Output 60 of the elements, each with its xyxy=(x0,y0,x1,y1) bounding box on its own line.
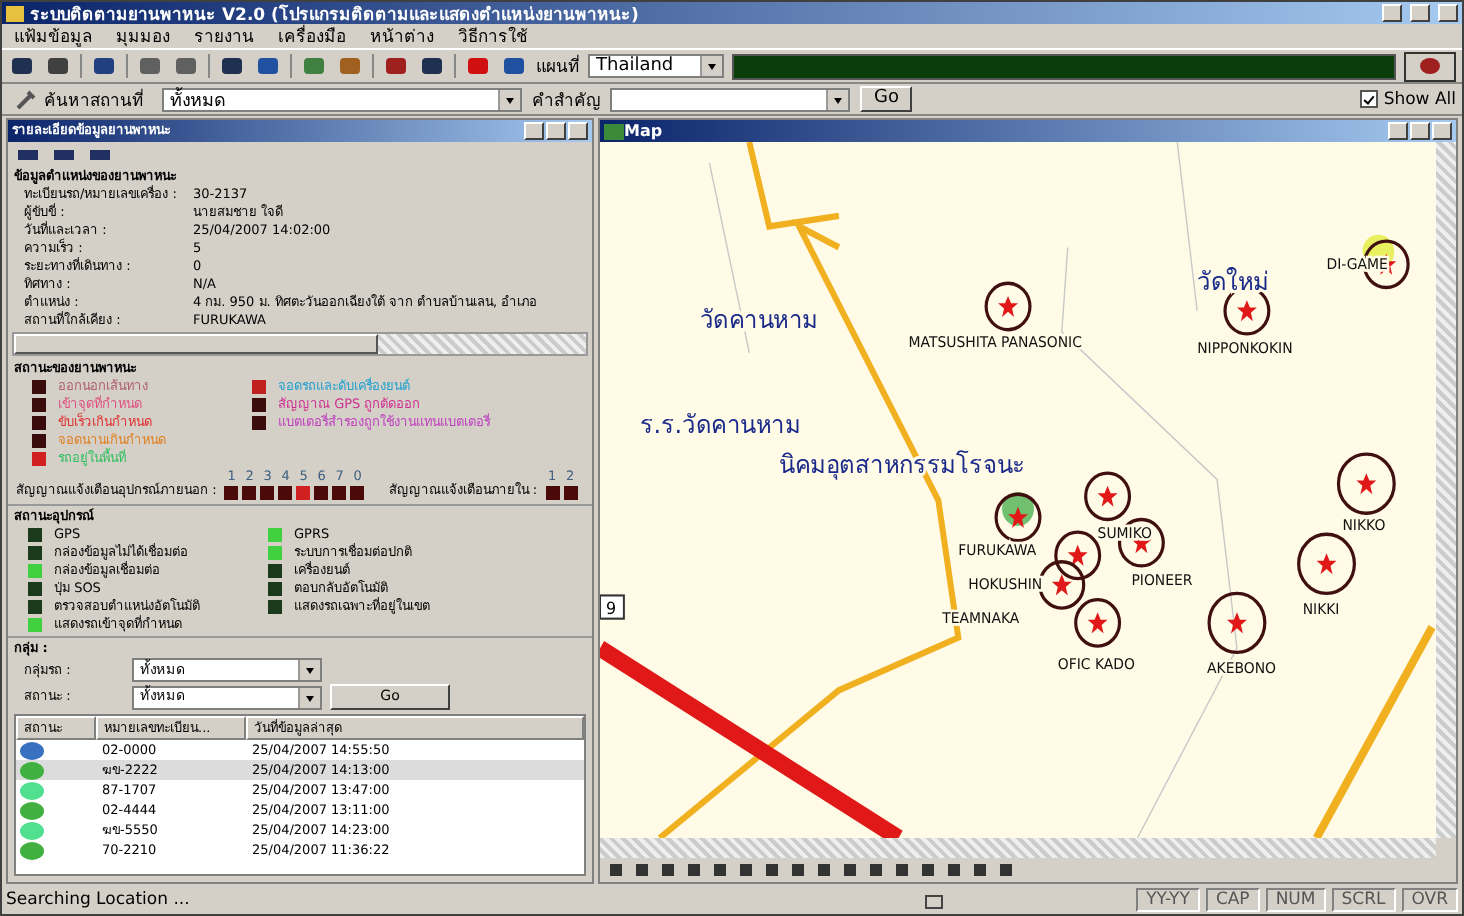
menu-item[interactable]: รายงาน xyxy=(194,22,254,50)
menu-item[interactable]: แฟ้มข้อมูล xyxy=(14,22,92,50)
menu-item[interactable]: หน้าต่าง xyxy=(370,22,434,50)
menu-item[interactable]: วิธีการใช้ xyxy=(458,22,528,50)
map-dropdown[interactable]: Thailand xyxy=(588,54,724,78)
marker-label: OFIC KADO xyxy=(1057,654,1135,674)
site-marker[interactable] xyxy=(1297,532,1357,595)
site-marker[interactable] xyxy=(1207,591,1267,655)
marker-label: FURUKAWA xyxy=(958,541,1037,560)
site-marker[interactable] xyxy=(1336,452,1396,515)
find-place-button[interactable]: ค้นหาสถานที่ xyxy=(8,85,152,113)
road-sign xyxy=(600,594,625,620)
key-indicator: OVR xyxy=(1401,888,1458,912)
menu-item[interactable]: เครื่องมือ xyxy=(278,22,346,50)
map-label: แผนที่ xyxy=(536,52,580,80)
place-label: วัดคานหาม xyxy=(699,304,818,334)
site-marker[interactable] xyxy=(1074,598,1122,648)
status-message: Searching Location ... xyxy=(6,890,192,910)
show-all-checkbox[interactable]: Show All xyxy=(1359,89,1456,109)
site-marker[interactable] xyxy=(1084,471,1132,522)
marker-label: PIONEER xyxy=(1131,570,1193,589)
keyword-label: คำสำคัญ xyxy=(532,89,600,113)
minimize-button[interactable] xyxy=(1382,4,1402,22)
road-sign-number: 9 xyxy=(605,598,617,619)
site-marker[interactable] xyxy=(984,281,1032,332)
key-indicator: NUM xyxy=(1265,888,1326,912)
site-marker[interactable] xyxy=(1054,530,1102,581)
marker-label: NIKKI xyxy=(1302,600,1340,619)
wrench-icon xyxy=(16,89,38,109)
marker-label: MATSUSHITA PANASONIC xyxy=(908,332,1082,351)
key-indicator: SCRL xyxy=(1331,888,1396,912)
category-dropdown[interactable]: ทั้งหมด xyxy=(162,87,522,111)
panel-title-bar: Map xyxy=(600,120,1456,142)
minimize-button[interactable] xyxy=(1388,122,1408,140)
maximize-button[interactable] xyxy=(1410,122,1430,140)
record-button[interactable] xyxy=(1404,51,1456,81)
marker-label: NIKKO xyxy=(1342,515,1386,535)
maximize-button[interactable] xyxy=(546,122,566,140)
marker-label: NIPPONKOKIN xyxy=(1197,338,1293,357)
place-label: ร.ร.วัดคานหาม xyxy=(639,410,801,440)
key-indicator: CAP xyxy=(1205,888,1260,912)
coordinates-label: YY-YY xyxy=(1136,888,1200,912)
close-button[interactable] xyxy=(1432,122,1452,140)
vehicle-marker[interactable] xyxy=(994,492,1042,543)
restore-button[interactable] xyxy=(1410,4,1430,22)
ball-icon xyxy=(1420,58,1440,74)
app-icon xyxy=(6,5,24,21)
minimize-button[interactable] xyxy=(524,122,544,140)
close-button[interactable] xyxy=(568,122,588,140)
site-marker[interactable] xyxy=(1038,560,1086,610)
window-title: ระบบติดตามยานพาหนะ V2.0 (โปรแกรมติดตามและแสดงตำแหน่งยานพาหนะ) xyxy=(30,2,641,25)
horizontal-scrollbar[interactable] xyxy=(600,838,1436,858)
keyword-dropdown[interactable] xyxy=(610,87,850,111)
vertical-scrollbar[interactable] xyxy=(1436,142,1456,838)
horizontal-scrollbar[interactable] xyxy=(12,332,588,356)
menu-item[interactable]: มุมมอง xyxy=(116,22,170,50)
place-label: วัดใหม่ xyxy=(1197,267,1269,296)
marker-label: AKEBONO xyxy=(1207,659,1277,678)
go-button[interactable]: Go xyxy=(860,86,913,112)
close-button[interactable] xyxy=(1438,4,1458,22)
